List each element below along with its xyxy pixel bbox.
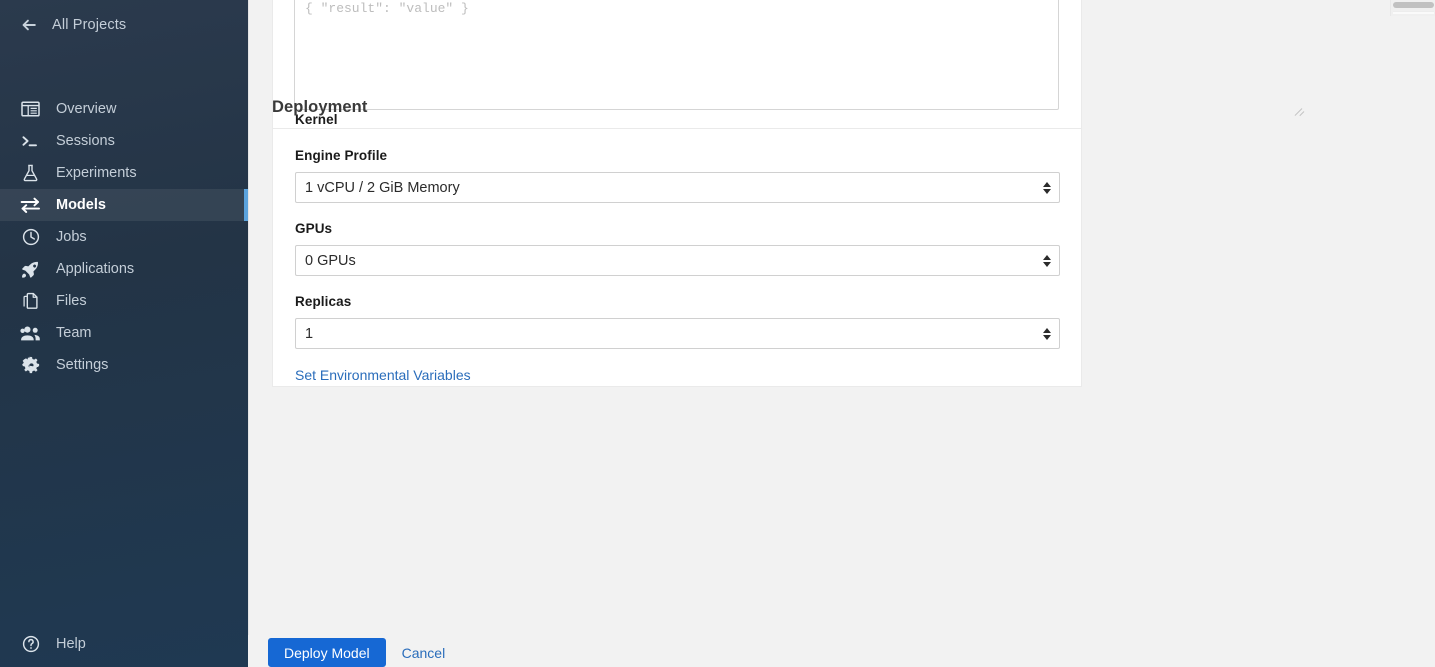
gpus-label: GPUs	[295, 221, 333, 236]
scrollbar-trough[interactable]	[1393, 11, 1434, 14]
team-icon	[20, 323, 41, 343]
sidebar-item-label: Experiments	[56, 165, 137, 181]
engine-profile-label: Engine Profile	[295, 148, 388, 163]
arrow-left-icon	[20, 16, 38, 34]
sidebar-item-label: Team	[56, 325, 92, 341]
cancel-button[interactable]: Cancel	[398, 645, 450, 661]
textarea-resize-handle[interactable]	[1290, 97, 1305, 117]
kernel-label: Kernel	[295, 112, 338, 127]
sidebar-item-team[interactable]: Team	[0, 317, 248, 349]
all-projects-label: All Projects	[52, 17, 127, 33]
help-link[interactable]: Help	[0, 628, 106, 660]
sidebar-item-overview[interactable]: Overview	[0, 93, 248, 125]
flask-icon	[20, 163, 41, 183]
all-projects-back-link[interactable]: All Projects	[0, 0, 248, 50]
sidebar-item-settings[interactable]: Settings	[0, 349, 248, 381]
example-output-textarea[interactable]	[294, 0, 1059, 110]
clock-icon	[20, 227, 41, 247]
engine-profile-select[interactable]: 1 vCPU / 2 GiB Memory	[295, 172, 1060, 203]
set-environmental-variables-link[interactable]: Set Environmental Variables	[295, 367, 471, 383]
project-sidebar: All Projects Overview Sessions Experimen…	[0, 0, 248, 667]
replicas-select[interactable]: 1	[295, 318, 1060, 349]
files-icon	[20, 291, 41, 311]
sidebar-item-label: Jobs	[56, 229, 87, 245]
sidebar-item-applications[interactable]: Applications	[0, 253, 248, 285]
form-actions: Deploy Model Cancel	[268, 638, 449, 667]
app-root: All Projects Overview Sessions Experimen…	[0, 0, 1435, 667]
sidebar-item-label: Settings	[56, 357, 109, 373]
models-icon	[20, 195, 41, 215]
sidebar-item-models[interactable]: Models	[0, 189, 248, 221]
content-left-rule	[248, 0, 249, 667]
sidebar-nav: Overview Sessions Experiments Models Job…	[0, 93, 248, 381]
overview-icon	[20, 99, 41, 119]
deployment-section-title: Deployment	[272, 98, 368, 116]
sidebar-item-label: Sessions	[56, 133, 115, 149]
sidebar-item-label: Applications	[56, 261, 135, 277]
sidebar-item-label: Models	[56, 197, 106, 213]
rocket-icon	[20, 259, 41, 279]
replicas-label: Replicas	[295, 294, 352, 309]
deploy-model-button[interactable]: Deploy Model	[268, 638, 386, 667]
gear-icon	[20, 355, 41, 375]
gpus-select[interactable]: 0 GPUs	[295, 245, 1060, 276]
terminal-icon	[20, 131, 41, 151]
sidebar-item-sessions[interactable]: Sessions	[0, 125, 248, 157]
help-label: Help	[56, 636, 86, 652]
deployment-card: Engine Profile 1 vCPU / 2 GiB Memory GPU…	[272, 128, 1082, 387]
horizontal-scrollbar[interactable]	[1390, 0, 1435, 16]
sidebar-item-experiments[interactable]: Experiments	[0, 157, 248, 189]
sidebar-item-jobs[interactable]: Jobs	[0, 221, 248, 253]
sidebar-item-files[interactable]: Files	[0, 285, 248, 317]
sidebar-item-label: Overview	[56, 101, 117, 117]
main-content: Kernel Python 2 i Python 3 R Comm	[248, 0, 1435, 667]
scrollbar-thumb[interactable]	[1393, 2, 1434, 8]
question-circle-icon	[20, 634, 41, 654]
sidebar-item-label: Files	[56, 293, 87, 309]
